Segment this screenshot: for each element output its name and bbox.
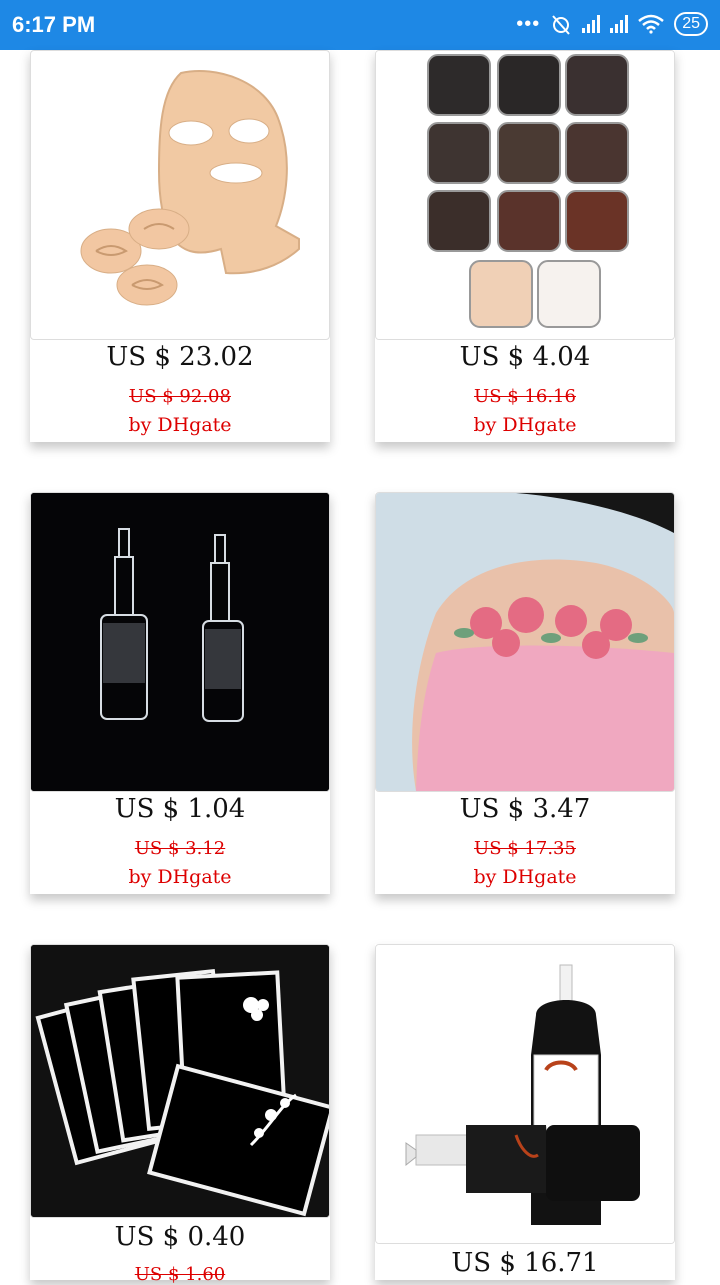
- status-icons: ••• 25: [516, 12, 708, 36]
- product-price: US $ 3.47: [459, 794, 591, 824]
- product-price: US $ 23.02: [106, 342, 254, 372]
- product-old-price: US $ 1.60: [134, 1264, 226, 1285]
- signal-icon-2: [610, 15, 629, 33]
- product-card[interactable]: US $ 4.04 US $ 16.16 by DHgate: [375, 50, 675, 442]
- signal-icon: [582, 15, 601, 33]
- alarm-off-icon: [552, 15, 570, 35]
- training-face-image: [80, 70, 300, 306]
- product-price: US $ 4.04: [459, 342, 591, 372]
- product-image[interactable]: [30, 944, 330, 1218]
- product-card[interactable]: US $ 3.47 US $ 17.35 by DHgate: [375, 492, 675, 894]
- battery-icon: 25: [674, 12, 708, 36]
- needle-cartridges-image: [31, 493, 329, 791]
- pigment-jars-image: [376, 51, 674, 339]
- product-card[interactable]: US $ 0.40 US $ 1.60: [30, 944, 330, 1285]
- ink-bottles-image: [376, 945, 674, 1243]
- product-old-price: US $ 16.16: [474, 386, 576, 407]
- product-image[interactable]: [375, 944, 675, 1244]
- product-price: US $ 0.40: [114, 1222, 246, 1252]
- product-card[interactable]: US $ 1.04 US $ 3.12 by DHgate: [30, 492, 330, 894]
- product-seller: by DHgate: [128, 866, 232, 888]
- product-price: US $ 1.04: [114, 794, 246, 824]
- product-price: US $ 16.71: [451, 1248, 599, 1278]
- status-time: 6:17 PM: [12, 12, 96, 37]
- more-dots-icon: •••: [516, 12, 541, 35]
- product-seller: by DHgate: [473, 414, 577, 436]
- rose-tattoo-image: [376, 493, 674, 791]
- status-bar: 6:17 PM ••• 25: [0, 0, 720, 50]
- product-old-price: US $ 17.35: [474, 838, 576, 859]
- product-seller: by DHgate: [128, 414, 232, 436]
- product-card[interactable]: US $ 23.02 US $ 92.08 by DHgate: [30, 50, 330, 442]
- product-image[interactable]: [30, 50, 330, 340]
- product-old-price: US $ 92.08: [129, 386, 231, 407]
- product-card[interactable]: US $ 16.71: [375, 944, 675, 1280]
- product-old-price: US $ 3.12: [134, 838, 226, 859]
- product-image[interactable]: [30, 492, 330, 792]
- wifi-icon: [638, 14, 665, 34]
- product-image[interactable]: [375, 50, 675, 340]
- product-image[interactable]: [375, 492, 675, 792]
- product-seller: by DHgate: [473, 866, 577, 888]
- stencil-sheets-image: [31, 945, 329, 1217]
